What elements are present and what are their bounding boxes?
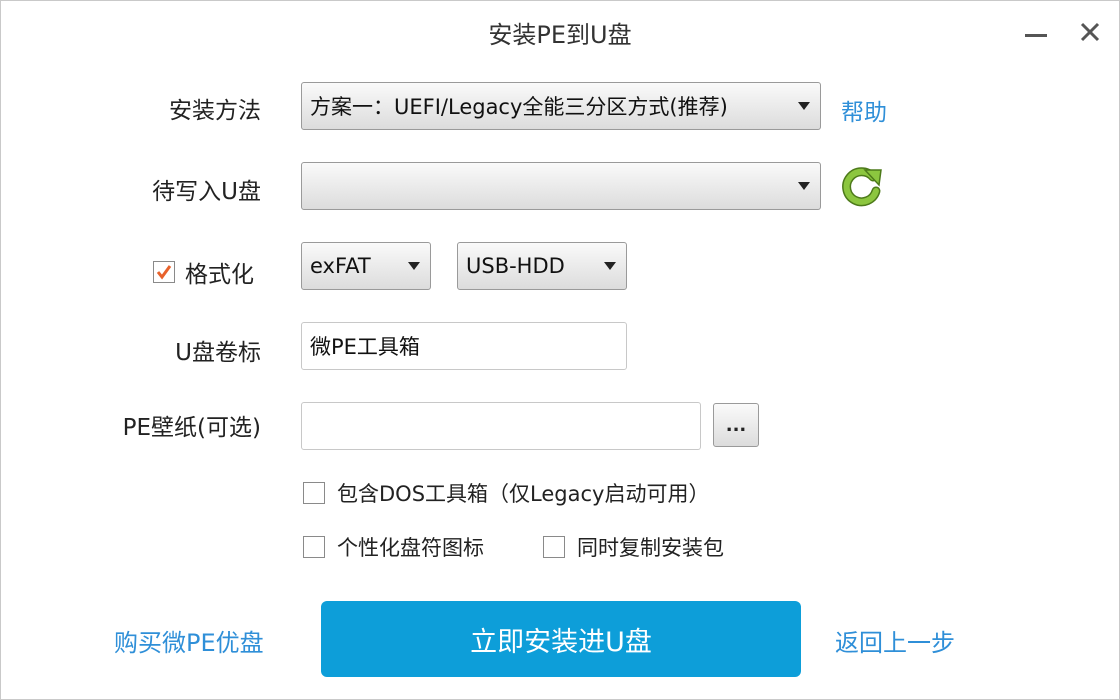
browse-wallpaper-button[interactable]: ...	[713, 403, 759, 447]
refresh-icon	[842, 167, 882, 207]
wallpaper-label: PE壁纸(可选)	[122, 415, 261, 441]
custom-drive-icon-label: 个性化盘符图标	[337, 536, 484, 560]
install-method-select[interactable]: 方案一：UEFI/Legacy全能三分区方式(推荐)	[301, 82, 821, 130]
install-pe-window: 安装PE到U盘 安装方法 方案一：UEFI/Legacy全能三分区方式(推荐) …	[0, 0, 1120, 700]
check-icon	[156, 265, 172, 280]
close-button[interactable]	[1073, 15, 1107, 49]
install-method-value: 方案一：UEFI/Legacy全能三分区方式(推荐)	[310, 95, 728, 119]
format-label: 格式化	[185, 262, 254, 288]
chevron-down-icon	[798, 182, 810, 190]
chevron-down-icon	[408, 262, 420, 270]
volume-label-label: U盘卷标	[175, 340, 261, 366]
boot-mode-value: USB-HDD	[466, 254, 565, 278]
chevron-down-icon	[798, 102, 810, 110]
custom-drive-icon-checkbox[interactable]: 个性化盘符图标	[303, 532, 484, 562]
filesystem-select[interactable]: exFAT	[301, 242, 431, 290]
refresh-button[interactable]	[839, 165, 885, 209]
include-dos-label: 包含DOS工具箱（仅Legacy启动可用）	[337, 482, 710, 506]
wallpaper-path-input[interactable]	[301, 402, 701, 450]
copy-installer-label: 同时复制安装包	[577, 536, 724, 560]
chevron-down-icon	[604, 262, 616, 270]
minimize-button[interactable]	[1019, 15, 1053, 49]
buy-usb-link[interactable]: 购买微PE优盘	[114, 623, 264, 658]
boot-mode-select[interactable]: USB-HDD	[457, 242, 627, 290]
copy-installer-checkbox[interactable]: 同时复制安装包	[543, 532, 724, 562]
minimize-icon	[1025, 33, 1047, 37]
window-title: 安装PE到U盘	[488, 21, 632, 49]
target-disk-label: 待写入U盘	[152, 179, 261, 205]
format-checkbox[interactable]: 格式化	[153, 255, 254, 289]
volume-label-input[interactable]: 微PE工具箱	[301, 322, 627, 370]
close-icon	[1080, 22, 1100, 42]
copy-installer-checkbox-box[interactable]	[543, 536, 565, 558]
custom-drive-icon-checkbox-box[interactable]	[303, 536, 325, 558]
help-link[interactable]: 帮助	[841, 93, 887, 127]
format-checkbox-box[interactable]	[153, 261, 175, 283]
filesystem-value: exFAT	[310, 254, 371, 278]
target-disk-select[interactable]	[301, 162, 821, 210]
include-dos-checkbox-box[interactable]	[303, 482, 325, 504]
install-to-usb-button[interactable]: 立即安装进U盘	[321, 601, 801, 677]
install-method-label: 安装方法	[169, 98, 261, 124]
back-link[interactable]: 返回上一步	[835, 623, 955, 658]
include-dos-checkbox[interactable]: 包含DOS工具箱（仅Legacy启动可用）	[303, 478, 709, 508]
